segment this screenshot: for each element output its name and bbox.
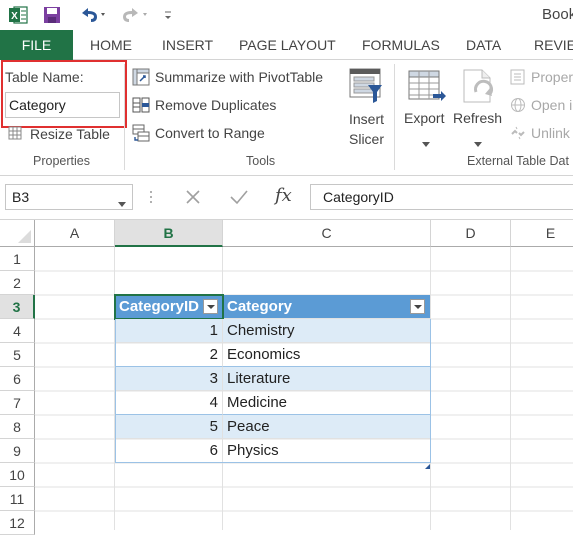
worksheet-grid: A B C D E 1 2 3 4 5 6 7 8 9 10 11 12 Cat… bbox=[0, 220, 573, 535]
active-cell-border bbox=[114, 294, 224, 320]
row-header-11[interactable]: 11 bbox=[0, 487, 35, 511]
save-icon[interactable] bbox=[43, 6, 61, 24]
separator bbox=[124, 64, 125, 170]
formula-content: CategoryID bbox=[323, 189, 394, 205]
row-header-2[interactable]: 2 bbox=[0, 271, 35, 295]
row-header-9[interactable]: 9 bbox=[0, 439, 35, 463]
row-header-7[interactable]: 7 bbox=[0, 391, 35, 415]
name-box-value: B3 bbox=[12, 189, 30, 205]
refresh-dropdown-icon[interactable] bbox=[474, 135, 482, 147]
filter-dropdown-icon[interactable] bbox=[410, 299, 425, 314]
unlink-button[interactable]: Unlink bbox=[531, 125, 570, 141]
column-header-d[interactable]: D bbox=[431, 220, 511, 247]
table-name-label: Table Name: bbox=[5, 69, 84, 85]
formula-bar-grip-icon bbox=[149, 190, 153, 204]
name-box[interactable]: B3 bbox=[5, 184, 133, 210]
resize-table-icon bbox=[8, 126, 22, 140]
properties-button[interactable]: Proper bbox=[531, 69, 573, 85]
title-bar: X Book bbox=[0, 0, 573, 30]
column-header-b[interactable]: B bbox=[115, 220, 223, 247]
table-outline bbox=[115, 319, 431, 463]
ribbon-tab-bar: FILE HOME INSERT PAGE LAYOUT FORMULAS DA… bbox=[0, 30, 573, 60]
row-header-5[interactable]: 5 bbox=[0, 343, 35, 367]
export-button[interactable]: Export bbox=[404, 110, 444, 126]
name-box-dropdown-icon[interactable] bbox=[118, 195, 126, 207]
insert-slicer-label-1[interactable]: Insert bbox=[349, 111, 384, 127]
table-name-value: Category bbox=[9, 97, 66, 113]
excel-logo-icon[interactable]: X bbox=[8, 5, 28, 25]
resize-table-button[interactable]: Resize Table bbox=[30, 126, 110, 142]
export-dropdown-icon[interactable] bbox=[422, 135, 430, 147]
ribbon: Table Name: Category Resize Table Proper… bbox=[0, 60, 573, 176]
convert-to-range-button[interactable]: Convert to Range bbox=[155, 125, 265, 141]
external-data-group-label: External Table Dat bbox=[467, 154, 569, 168]
remove-duplicates-icon bbox=[132, 96, 150, 114]
summarize-pivottable-button[interactable]: Summarize with PivotTable bbox=[155, 69, 323, 85]
pivot-table-icon bbox=[132, 68, 150, 86]
column-header-e[interactable]: E bbox=[511, 220, 573, 247]
separator bbox=[394, 64, 395, 170]
insert-function-icon[interactable]: fx bbox=[275, 185, 292, 206]
formula-input[interactable]: CategoryID bbox=[310, 184, 573, 210]
select-all-corner[interactable] bbox=[0, 220, 35, 247]
row-header-10[interactable]: 10 bbox=[0, 463, 35, 487]
row-header-12[interactable]: 12 bbox=[0, 511, 35, 535]
column-header-c[interactable]: C bbox=[223, 220, 431, 247]
tab-review[interactable]: REVIEW bbox=[534, 30, 573, 60]
properties-group-label: Properties bbox=[33, 154, 90, 168]
column-header-a[interactable]: A bbox=[35, 220, 115, 247]
insert-slicer-icon bbox=[348, 67, 384, 105]
tab-insert[interactable]: INSERT bbox=[162, 30, 213, 60]
row-header-6[interactable]: 6 bbox=[0, 367, 35, 391]
row-header-8[interactable]: 8 bbox=[0, 415, 35, 439]
properties-icon bbox=[510, 69, 526, 85]
row-header-4[interactable]: 4 bbox=[0, 319, 35, 343]
tab-formulas[interactable]: FORMULAS bbox=[362, 30, 440, 60]
convert-to-range-icon bbox=[132, 124, 150, 142]
table-header-category[interactable]: Category bbox=[223, 295, 431, 319]
tab-home[interactable]: HOME bbox=[90, 30, 132, 60]
svg-text:X: X bbox=[11, 11, 18, 22]
open-in-browser-button[interactable]: Open i bbox=[531, 97, 572, 113]
table-name-input[interactable]: Category bbox=[5, 92, 120, 118]
tab-data[interactable]: DATA bbox=[466, 30, 501, 60]
insert-slicer-label-2[interactable]: Slicer bbox=[349, 131, 384, 147]
refresh-icon bbox=[460, 68, 498, 106]
table-resize-handle[interactable] bbox=[425, 456, 430, 469]
customize-icon[interactable] bbox=[163, 9, 173, 21]
tab-page-layout[interactable]: PAGE LAYOUT bbox=[239, 30, 336, 60]
enter-icon[interactable] bbox=[229, 188, 249, 206]
redo-icon[interactable] bbox=[120, 6, 150, 24]
remove-duplicates-button[interactable]: Remove Duplicates bbox=[155, 97, 276, 113]
formula-bar: B3 fx CategoryID bbox=[0, 176, 573, 220]
row-header-1[interactable]: 1 bbox=[0, 247, 35, 271]
open-in-browser-icon bbox=[510, 97, 526, 113]
export-icon bbox=[407, 68, 447, 106]
window-title: Book bbox=[542, 6, 573, 23]
undo-icon[interactable] bbox=[78, 6, 108, 24]
header-text: Category bbox=[227, 298, 293, 315]
unlink-icon bbox=[510, 125, 526, 141]
refresh-button[interactable]: Refresh bbox=[453, 110, 502, 126]
tab-file[interactable]: FILE bbox=[0, 30, 73, 60]
tools-group-label: Tools bbox=[246, 154, 276, 168]
cancel-icon[interactable] bbox=[184, 188, 202, 206]
row-header-3[interactable]: 3 bbox=[0, 295, 35, 319]
